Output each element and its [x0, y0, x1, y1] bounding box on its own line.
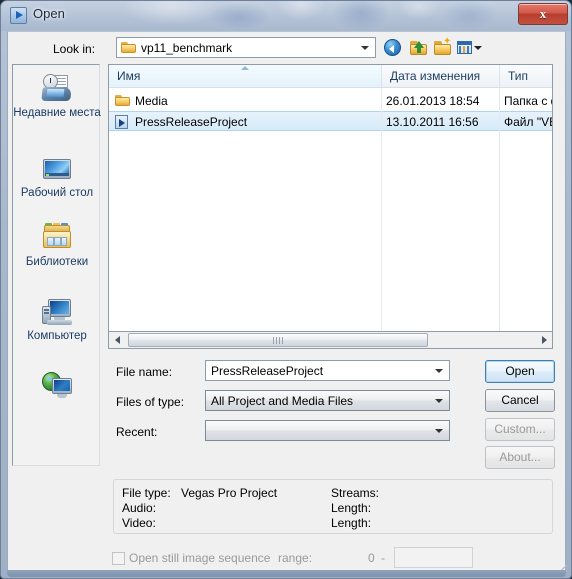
file-type-label: File type: — [122, 486, 171, 500]
recent-combobox[interactable] — [205, 420, 450, 441]
filename-input[interactable]: PressReleaseProject — [205, 360, 450, 381]
folder-icon — [121, 41, 136, 54]
dialog-bottom-strip — [7, 570, 566, 577]
lookin-combobox[interactable]: vp11_benchmark — [116, 37, 376, 58]
network-icon — [41, 370, 73, 402]
scrollbar-thumb[interactable] — [128, 333, 428, 347]
filetype-combobox[interactable]: All Project and Media Files — [205, 390, 450, 411]
column-header-date-label: Дата изменения — [390, 69, 481, 83]
computer-icon — [41, 296, 73, 328]
desktop-icon — [41, 153, 73, 185]
lookin-label: Look in: — [53, 42, 96, 56]
lookin-value: vp11_benchmark — [141, 41, 233, 55]
back-arrow-icon — [384, 39, 401, 56]
recent-label: Recent: — [116, 425, 158, 439]
horizontal-scrollbar[interactable] — [108, 332, 553, 349]
place-item-computer[interactable]: Компьютер — [13, 296, 101, 343]
views-icon — [457, 41, 472, 54]
column-header-name-label: Имя — [117, 69, 141, 83]
place-label: Рабочий стол — [20, 187, 94, 199]
row-date: 13.10.2011 16:56 — [386, 115, 479, 129]
chevron-down-icon[interactable] — [435, 428, 443, 433]
place-item-desktop[interactable]: Рабочий стол — [13, 153, 101, 200]
column-header-date[interactable]: Дата изменения — [382, 65, 500, 87]
filename-value: PressReleaseProject — [211, 364, 324, 378]
place-item-recent[interactable]: Недавние места — [13, 73, 101, 120]
row-type: Папка с ф — [504, 94, 552, 108]
still-image-sequence-checkbox[interactable] — [112, 552, 125, 565]
chevron-down-icon — [474, 46, 482, 50]
video-length-label: Length: — [331, 516, 372, 530]
place-item-network[interactable] — [13, 370, 101, 404]
column-divider — [381, 88, 382, 331]
range-end-input[interactable] — [394, 547, 473, 568]
place-label: Компьютер — [27, 330, 87, 342]
column-header-name[interactable]: Имя — [109, 65, 382, 87]
range-label: range: — [278, 551, 313, 565]
row-type: Файл "VE — [504, 115, 552, 129]
open-button[interactable]: Open — [485, 360, 555, 383]
filetype-label: Files of type: — [116, 395, 185, 409]
vegas-play-icon — [10, 7, 27, 24]
custom-button[interactable]: Custom... — [485, 418, 555, 441]
chevron-down-icon[interactable] — [435, 398, 443, 403]
audio-label: Audio: — [122, 501, 157, 515]
back-button[interactable] — [382, 37, 404, 58]
about-button[interactable]: About... — [485, 446, 555, 469]
up-folder-button[interactable] — [408, 37, 430, 58]
place-label: Недавние места — [13, 107, 101, 119]
table-row[interactable]: PressReleaseProject 13.10.2011 16:56 Фай… — [109, 111, 552, 131]
row-date: 26.01.2013 18:54 — [386, 94, 480, 108]
audio-length-label: Length: — [331, 501, 372, 515]
table-row[interactable]: Media 26.01.2013 18:54 Папка с ф — [109, 91, 552, 111]
scroll-left-button[interactable] — [109, 332, 126, 348]
video-label: Video: — [122, 516, 156, 530]
cancel-button[interactable]: Cancel — [485, 389, 555, 412]
vegas-project-icon — [115, 115, 130, 129]
close-icon: x — [539, 6, 547, 21]
place-item-libraries[interactable]: Библиотеки — [13, 222, 101, 269]
libraries-icon — [41, 222, 73, 254]
window-title: Open — [33, 6, 65, 21]
filename-label: File name: — [116, 365, 173, 379]
column-header-type-label: Тип — [508, 69, 529, 83]
scroll-right-button[interactable] — [535, 332, 552, 348]
filetype-value: All Project and Media Files — [211, 394, 354, 408]
sort-ascending-icon — [241, 66, 249, 70]
places-bar: Недавние места Рабочий стол Библиотеки К… — [12, 64, 101, 466]
range-dash: - — [381, 551, 385, 565]
titlebar: Open x — [1, 1, 571, 31]
range-start-value: 0 — [368, 551, 375, 565]
folder-icon — [115, 94, 130, 108]
file-type-value: Vegas Pro Project — [181, 486, 278, 500]
row-name: PressReleaseProject — [135, 115, 248, 129]
column-divider — [499, 88, 500, 331]
recent-places-icon — [41, 73, 73, 105]
still-image-sequence-label: Open still image sequence — [129, 551, 271, 565]
new-folder-button[interactable]: ✦ — [432, 37, 454, 58]
views-button[interactable] — [456, 37, 482, 58]
streams-label: Streams: — [331, 486, 380, 500]
chevron-down-icon[interactable] — [435, 368, 443, 373]
open-file-dialog: Open x Look in: vp11_benchmark ✦ Недавни… — [0, 0, 572, 579]
column-header-type[interactable]: Тип — [500, 65, 552, 87]
row-name: Media — [135, 94, 168, 108]
chevron-down-icon — [361, 45, 369, 50]
file-list[interactable]: Имя Дата изменения Тип Media 26.01.2013 … — [108, 64, 553, 332]
close-button[interactable]: x — [518, 3, 568, 25]
place-label: Библиотеки — [25, 256, 89, 268]
file-list-header: Имя Дата изменения Тип — [109, 65, 552, 88]
